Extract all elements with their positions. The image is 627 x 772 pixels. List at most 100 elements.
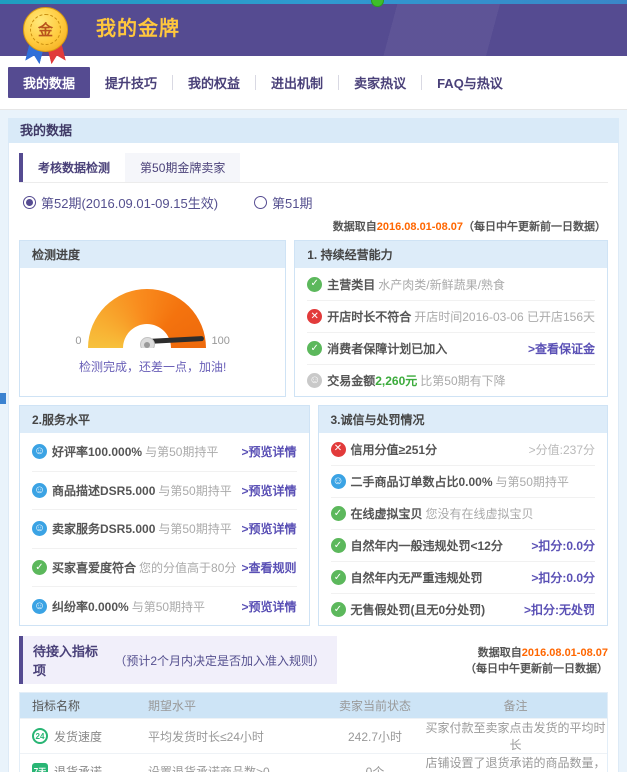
check-icon: ✓ [331,570,346,585]
row-detail: 与第50期持平 [132,598,205,615]
pending-indicators-header: 待接入指标项 （预计2个月内决定是否加入准入规则） 数据取自2016.08.01… [19,636,608,684]
row-label: 卖家服务DSR5.000 [52,520,155,537]
tab-my-data[interactable]: 我的数据 [8,67,90,98]
tab-faq[interactable]: FAQ与热议 [422,67,518,98]
24h-clock-icon: 24 [32,728,48,744]
deduction-link[interactable]: >扣分:0.0分 [531,569,595,586]
datasource-prefix: 数据取自 [333,221,377,233]
check-icon: ✓ [307,277,322,292]
7day-return-icon: 7天 [32,763,48,772]
tab-entry-exit[interactable]: 进出机制 [256,67,338,98]
deduction-link[interactable]: >扣分:0.0分 [531,537,595,554]
check-icon: ✓ [307,341,322,356]
panel2-row: ☺ 好评率100.000% 与第50期持平 >预览详情 [32,433,297,471]
panel-service-level: 2.服务水平 ☺ 好评率100.000% 与第50期持平 >预览详情 ☺ 商品描… [19,405,310,626]
panel3-title: 3.诚信与处罚情况 [319,406,608,433]
period-selector: 第52期(2016.09.01-09.15生效) 第51期 [19,183,608,216]
row-label: 主营类目 [327,276,375,293]
row-detail: 开店时间2016-03-06 已开店156天 [414,308,595,325]
subtab-assessment-check[interactable]: 考核数据检测 [19,153,125,182]
panel1-row: ✓ 消费者保障计划已加入 >查看保证金 [307,332,595,364]
col-indicator-name: 指标名称 [20,697,148,714]
row-label: 好评率100.000% [52,443,142,460]
datasource-prefix: 数据取自 [478,647,522,659]
view-deposit-link[interactable]: >查看保证金 [528,340,595,357]
expected-level: 平均发货时长≤24小时 [148,728,326,745]
row-label: 消费者保障计划已加入 [327,340,447,357]
row-detail: 与第50期持平 [158,520,231,537]
gauge-max-label: 100 [212,335,230,348]
row-label: 信用分值≥251分 [351,441,438,458]
smiley-icon: ☺ [331,474,346,489]
deduction-link[interactable]: >扣分:无处罚 [524,601,595,618]
panel1-row: ✓ 主营类目 水产肉类/新鲜蔬果/熟食 [307,268,595,300]
panel2-row: ☺ 卖家服务DSR5.000 与第50期持平 >预览详情 [32,509,297,548]
panel3-row: ✕ 信用分值≥251分 >分值:237分 [331,433,596,465]
tab-improve-skills[interactable]: 提升技巧 [90,67,172,98]
row-label: 无售假处罚(且无0分处罚) [351,601,486,618]
preview-detail-link[interactable]: >预览详情 [241,598,296,615]
period-52-label: 第52期(2016.09.01-09.15生效) [41,193,218,212]
row-detail: 与第50期持平 [496,473,569,490]
smiley-icon: ☺ [32,444,47,459]
gauge-panel-title: 检测进度 [20,241,285,268]
col-remark: 备注 [424,697,607,714]
gauge-min-label: 0 [75,335,81,348]
datasource-line-top: 数据取自2016.08.01-08.07（每日中午更新前一日数据） [19,216,608,238]
view-rules-link[interactable]: >查看规则 [241,559,296,576]
panel3-row: ✓ 在线虚拟宝贝 您没有在线虚拟宝贝 [331,497,596,529]
radio-selected-icon[interactable] [23,196,36,209]
panel2-row: ☺ 纠纷率0.000% 与第50期持平 >预览详情 [32,586,297,625]
period-51-label: 第51期 [272,193,312,212]
main-card: 考核数据检测 第50期金牌卖家 第52期(2016.09.01-09.15生效)… [8,143,619,772]
row-label: 自然年内一般违规处罚<12分 [351,537,503,554]
col-expected-level: 期望水平 [148,697,326,714]
pending-hint: （预计2个月内决定是否加入准入规则） [114,652,323,669]
row-detail: 您没有在线虚拟宝贝 [426,505,534,522]
panel-sustained-operation: 1. 持续经营能力 ✓ 主营类目 水产肉类/新鲜蔬果/熟食 ✕ 开店时长不符合 … [294,240,608,397]
datasource-date: 2016.08.01-08.07 [377,221,463,233]
main-tabbar: 我的数据 提升技巧 我的权益 进出机制 卖家热议 FAQ与热议 [0,56,627,110]
table-row: 7天 退货承诺 设置退货承诺商品数>0 0个 店铺设置了退货承诺的商品数量，点击… [20,753,607,772]
datasource-suffix: （每日中午更新前一日数据） [463,221,606,233]
preview-detail-link[interactable]: >预览详情 [241,482,296,499]
row-detail: 比第50期有下降 [420,372,505,389]
row-label: 交易金额 [327,372,375,389]
subtab-period50-seller[interactable]: 第50期金牌卖家 [125,153,240,182]
seller-status: 242.7小时 [326,728,424,745]
panel3-row: ✓ 自然年内一般违规处罚<12分 >扣分:0.0分 [331,529,596,561]
credit-score-note: >分值:237分 [529,441,595,458]
gauge: 0 100 检测完成，还差一点，加油! [32,268,273,396]
top-strip [0,0,627,4]
col-seller-status: 卖家当前状态 [326,697,424,714]
panel1-row: ✕ 开店时长不符合 开店时间2016-03-06 已开店156天 [307,300,595,332]
panels-row-1: 检测进度 0 100 检测完成， [19,240,608,397]
preview-detail-link[interactable]: >预览详情 [241,520,296,537]
datasource-date: 2016.08.01-08.07 [522,647,608,659]
panel2-row: ✓ 买家喜爱度符合 您的分值高于80分 >查看规则 [32,548,297,587]
row-label: 买家喜爱度符合 [52,559,136,576]
panel1-row: ☺ 交易金额 2,260元 比第50期有下降 [307,364,595,396]
tab-my-benefits[interactable]: 我的权益 [173,67,255,98]
page-header: 金 我的金牌 [0,4,627,56]
tab-seller-discussion[interactable]: 卖家热议 [339,67,421,98]
neutral-face-icon: ☺ [307,373,322,388]
remark: 买家付款至卖家点击发货的平均时长 [424,719,607,753]
period-51-radio[interactable]: 第51期 [254,193,312,212]
row-detail: 您的分值高于80分 [139,559,236,576]
pending-title: 待接入指标项 [33,641,110,679]
datasource-suffix: （每日中午更新前一日数据） [465,663,608,675]
panel-integrity-penalty: 3.诚信与处罚情况 ✕ 信用分值≥251分 >分值:237分 ☺ 二手商品订单数… [318,405,609,626]
preview-detail-link[interactable]: >预览详情 [241,443,296,460]
period-52-radio[interactable]: 第52期(2016.09.01-09.15生效) [23,193,218,212]
check-icon: ✓ [331,538,346,553]
indicator-name: 退货承诺 [54,763,102,772]
panels-row-2: 2.服务水平 ☺ 好评率100.000% 与第50期持平 >预览详情 ☺ 商品描… [19,405,608,626]
pending-title-block: 待接入指标项 （预计2个月内决定是否加入准入规则） [19,636,337,684]
gauge-pivot [140,337,155,348]
check-icon: ✓ [331,506,346,521]
content-area: 我的数据 考核数据检测 第50期金牌卖家 第52期(2016.09.01-09.… [0,110,627,772]
radio-unselected-icon[interactable] [254,196,267,209]
page-title: 我的金牌 [96,4,180,54]
panel3-row: ✓ 无售假处罚(且无0分处罚) >扣分:无处罚 [331,593,596,625]
